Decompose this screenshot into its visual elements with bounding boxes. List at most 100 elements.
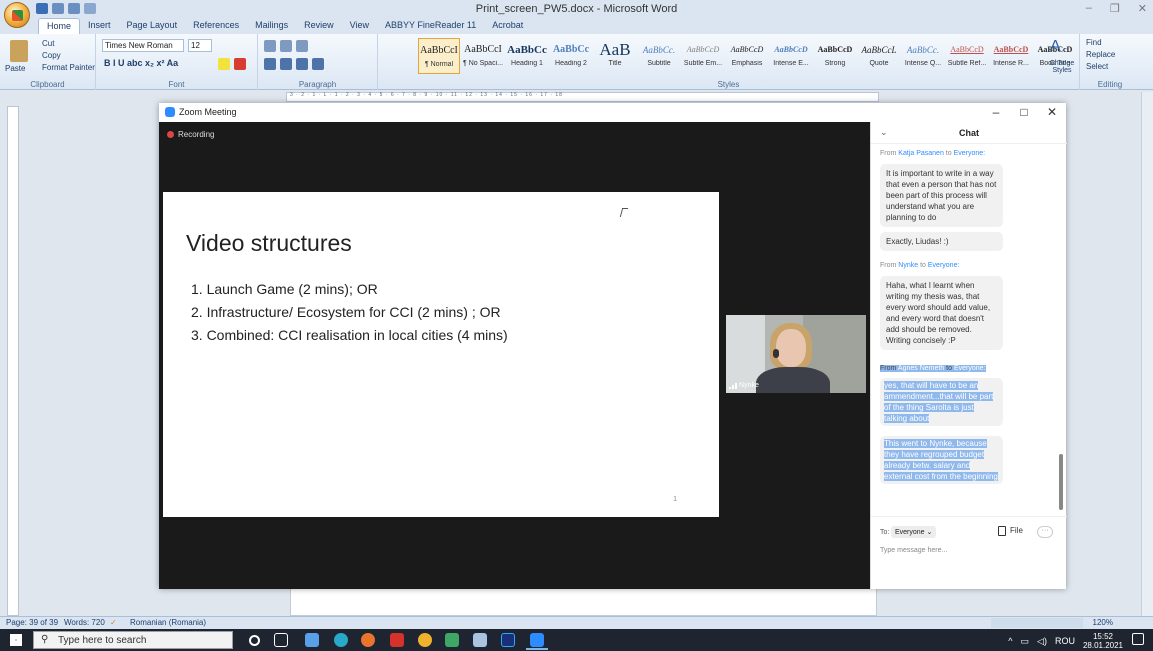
align-center-icon[interactable] [280,58,292,70]
tab-view[interactable]: View [342,18,377,34]
clock[interactable]: 15:52 28.01.2021 [1083,632,1123,650]
input-language[interactable]: ROU [1055,636,1075,646]
replace-button[interactable]: Replace [1086,50,1115,59]
notifications-icon[interactable] [1132,633,1144,645]
style-strong[interactable]: AaBbCcD Strong [814,38,856,74]
chat-messages[interactable]: From Katja Pasanen to Everyone: It is im… [871,144,1067,516]
zoom-close-icon[interactable]: ✕ [1038,103,1066,122]
change-styles-icon[interactable]: A [1050,38,1061,56]
paste-button[interactable]: Paste [5,64,25,73]
participant-name: Nynke [739,382,759,389]
recipient-select[interactable]: Everyone ⌄ [891,526,937,538]
style-no-spacing[interactable]: AaBbCcI ¶ No Spaci... [462,38,504,74]
numbering-icon[interactable] [280,40,292,52]
tab-page-layout[interactable]: Page Layout [119,18,186,34]
tab-references[interactable]: References [185,18,247,34]
clipboard-label: Clipboard [30,80,65,89]
office-button[interactable] [4,2,30,28]
show-hidden-icon[interactable]: ^ [1008,636,1012,646]
select-button[interactable]: Select [1086,62,1108,71]
style-subtle-reference[interactable]: AaBbCcD Subtle Ref... [946,38,988,74]
tab-review[interactable]: Review [296,18,342,34]
chat-scrollbar[interactable] [1059,454,1063,510]
volume-icon[interactable]: ◁) [1037,636,1047,647]
style-heading-1[interactable]: AaBbCc Heading 1 [506,38,548,74]
font-name-box[interactable]: Times New Roman [102,39,184,52]
format-painter-button[interactable]: Format Painter [42,63,95,72]
align-right-icon[interactable] [296,58,308,70]
firefox-icon[interactable] [361,633,375,647]
font-color-icon[interactable] [234,58,246,70]
windows-start-icon[interactable] [10,634,22,646]
task-view-icon[interactable] [274,633,288,647]
style-quote[interactable]: AaBbCcL Quote [858,38,900,74]
view-buttons[interactable] [991,618,1083,628]
tab-insert[interactable]: Insert [80,18,119,34]
desktop-app-icon[interactable] [305,633,319,647]
style-heading-2[interactable]: AaBbCc Heading 2 [550,38,592,74]
justify-icon[interactable] [312,58,324,70]
page-count[interactable]: Page: 39 of 39 [6,618,58,627]
style-subtle-emphasis[interactable]: AaBbCcD Subtle Em... [682,38,724,74]
zoom-taskbar-icon[interactable] [530,633,544,647]
bullets-icon[interactable] [264,40,276,52]
acrobat-icon[interactable] [390,633,404,647]
tab-abbyy[interactable]: ABBYY FineReader 11 [377,18,484,34]
taskbar: ⚲ Type here to search ^ ▭ ◁) ROU 15:52 2… [0,629,1153,651]
record-dot-icon [167,131,174,138]
style-normal[interactable]: AaBbCcI ¶ Normal [418,38,460,74]
style-intense-emphasis[interactable]: AaBbCcD Intense E... [770,38,812,74]
signal-bars-icon [729,382,737,389]
network-icon[interactable]: ▭ [1021,636,1030,647]
cortana-icon[interactable] [249,635,260,646]
recording-indicator[interactable]: Recording [167,130,214,139]
proofing-icon[interactable]: ✓ [110,618,117,627]
align-left-icon[interactable] [264,58,276,70]
taskbar-search[interactable]: ⚲ Type here to search [33,631,233,649]
zoom-level[interactable]: 120% [1093,618,1113,627]
sender-name[interactable]: Agnes Nemeth [898,365,944,372]
tab-mailings[interactable]: Mailings [247,18,296,34]
minimize-icon[interactable]: – [1086,2,1092,15]
copy-button[interactable]: Copy [42,51,61,60]
chat-message-input[interactable]: Type message here... [880,547,947,554]
close-icon[interactable]: ✕ [1138,2,1147,15]
multilevel-list-icon[interactable] [296,40,308,52]
cut-button[interactable]: Cut [42,39,54,48]
style-title[interactable]: AaB Title [594,38,636,74]
participant-video[interactable]: Nynke [726,315,866,393]
restore-icon[interactable]: ❐ [1110,2,1120,15]
chat-title: Chat [959,128,979,138]
highlight-icon[interactable] [218,58,230,70]
sender-name[interactable]: Nynke [898,262,918,269]
chrome-icon[interactable] [418,633,432,647]
style-intense-reference[interactable]: AaBbCcD Intense R... [990,38,1032,74]
shared-slide: Video structures 1. Launch Game (2 mins)… [163,192,719,517]
tab-home[interactable]: Home [38,18,81,34]
find-button[interactable]: Find [1086,38,1102,47]
word-count[interactable]: Words: 720 [64,618,105,627]
vertical-scrollbar[interactable] [1141,92,1153,616]
tab-acrobat[interactable]: Acrobat [484,18,531,34]
edge-icon[interactable] [334,633,348,647]
format-buttons[interactable]: B I U abc x₂ x² Aa [104,58,178,68]
headset-icon [773,349,779,358]
paste-icon[interactable] [10,40,28,62]
change-styles-button[interactable]: Change Styles [1044,60,1080,74]
font-size-box[interactable]: 12 [188,39,212,52]
slide-title: Video structures [186,230,352,256]
word-status-bar: Page: 39 of 39 Words: 720 ✓ Romanian (Ro… [0,616,1153,629]
language-status[interactable]: Romanian (Romania) [130,618,206,627]
more-options-button[interactable]: ··· [1037,526,1053,538]
style-subtitle[interactable]: AaBbCc. Subtitle [638,38,680,74]
zoom-minimize-icon[interactable]: – [982,103,1010,122]
zoom-maximize-icon[interactable]: □ [1010,103,1038,122]
sender-name[interactable]: Katja Pasanen [898,150,944,157]
style-emphasis[interactable]: AaBbCcD Emphasis [726,38,768,74]
style-intense-quote[interactable]: AaBbCc. Intense Q... [902,38,944,74]
app-icon[interactable] [445,633,459,647]
photos-icon[interactable] [473,633,487,647]
file-button[interactable]: File [998,526,1023,536]
photoshop-icon[interactable] [501,633,515,647]
participant-body [756,367,830,393]
